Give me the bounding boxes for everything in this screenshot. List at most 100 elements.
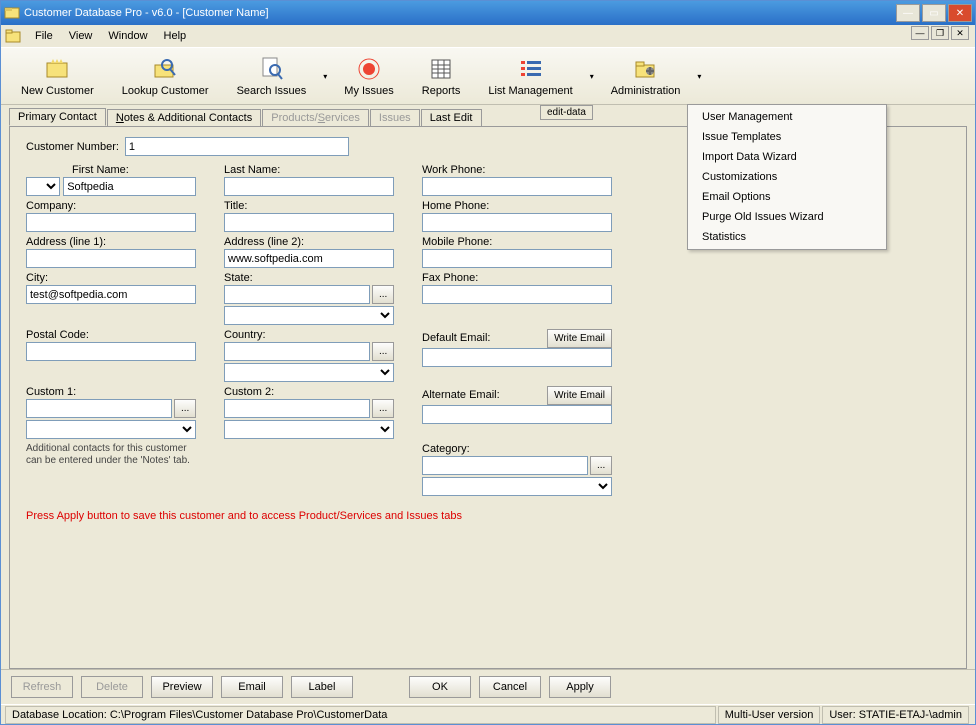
menu-statistics[interactable]: Statistics (688, 227, 886, 247)
minimize-button[interactable]: — (896, 4, 920, 22)
toolbar-lookup-customer[interactable]: Lookup Customer (108, 48, 223, 104)
work-phone-label: Work Phone: (422, 164, 612, 176)
customer-number-input[interactable] (125, 137, 349, 156)
menu-file[interactable]: File (27, 28, 61, 44)
menu-purge-old-issues[interactable]: Purge Old Issues Wizard (688, 207, 886, 227)
first-name-label: First Name: (26, 164, 196, 176)
city-input[interactable] (26, 285, 196, 304)
status-user: User: STATIE-ETAJ-\admin (822, 706, 969, 724)
tab-primary-contact[interactable]: Primary Contact (9, 108, 106, 126)
country-input[interactable] (224, 342, 370, 361)
toolbar-administration[interactable]: Administration (597, 48, 695, 104)
menu-issue-templates[interactable]: Issue Templates (688, 127, 886, 147)
cancel-button[interactable]: Cancel (479, 676, 541, 698)
country-select[interactable] (224, 363, 394, 382)
default-email-input[interactable] (422, 348, 612, 367)
custom1-input[interactable] (26, 399, 172, 418)
postal-code-label: Postal Code: (26, 329, 196, 341)
administration-dropdown[interactable]: ▾ (694, 48, 704, 104)
postal-code-input[interactable] (26, 342, 196, 361)
toolbar-search-issues[interactable]: Search Issues (223, 48, 321, 104)
custom2-lookup-button[interactable]: ... (372, 399, 394, 418)
company-input[interactable] (26, 213, 196, 232)
toolbar-new-customer[interactable]: New Customer (7, 48, 108, 104)
custom2-select[interactable] (224, 420, 394, 439)
custom2-input[interactable] (224, 399, 370, 418)
my-issues-icon (355, 55, 383, 83)
country-label: Country: (224, 329, 394, 341)
toolbar: New Customer Lookup Customer Search Issu… (1, 47, 975, 105)
last-name-input[interactable] (224, 177, 394, 196)
menu-window[interactable]: Window (100, 28, 155, 44)
tab-products-services: Products/Services (262, 109, 369, 126)
menu-customizations[interactable]: Customizations (688, 167, 886, 187)
tab-notes[interactable]: Notes & Additional Contacts (107, 109, 261, 126)
tab-last-edit[interactable]: Last Edit (421, 109, 482, 126)
apply-warning: Press Apply button to save this customer… (26, 510, 950, 522)
address1-input[interactable] (26, 249, 196, 268)
toolbar-reports[interactable]: Reports (408, 48, 475, 104)
menu-user-management[interactable]: User Management (688, 107, 886, 127)
category-input[interactable] (422, 456, 588, 475)
category-lookup-button[interactable]: ... (590, 456, 612, 475)
menu-email-options[interactable]: Email Options (688, 187, 886, 207)
statusbar: Database Location: C:\Program Files\Cust… (1, 704, 975, 724)
mdi-close-button[interactable]: ✕ (951, 26, 969, 40)
fax-phone-input[interactable] (422, 285, 612, 304)
first-name-input[interactable] (63, 177, 196, 196)
custom2-label: Custom 2: (224, 386, 394, 398)
custom1-lookup-button[interactable]: ... (174, 399, 196, 418)
button-bar: Refresh Delete Preview Email Label OK Ca… (1, 669, 975, 704)
lookup-icon (151, 55, 179, 83)
titlebar: Customer Database Pro - v6.0 - [Customer… (1, 1, 975, 25)
salutation-select[interactable] (26, 177, 60, 196)
home-phone-input[interactable] (422, 213, 612, 232)
list-management-dropdown[interactable]: ▾ (587, 48, 597, 104)
address2-input[interactable] (224, 249, 394, 268)
title-label: Title: (224, 200, 394, 212)
close-button[interactable]: ✕ (948, 4, 972, 22)
ok-button[interactable]: OK (409, 676, 471, 698)
edit-data-tag: edit-data (540, 105, 593, 120)
mobile-phone-input[interactable] (422, 249, 612, 268)
state-select[interactable] (224, 306, 394, 325)
mdi-restore-button[interactable]: ❐ (931, 26, 949, 40)
preview-button[interactable]: Preview (151, 676, 213, 698)
tab-issues: Issues (370, 109, 420, 126)
fax-phone-label: Fax Phone: (422, 272, 612, 284)
category-select[interactable] (422, 477, 612, 496)
country-lookup-button[interactable]: ... (372, 342, 394, 361)
menu-help[interactable]: Help (156, 28, 195, 44)
administration-icon (632, 55, 660, 83)
city-label: City: (26, 272, 196, 284)
folder-icon (5, 29, 21, 43)
address2-label: Address (line 2): (224, 236, 394, 248)
new-customer-icon (43, 55, 71, 83)
write-default-email-button[interactable]: Write Email (547, 329, 612, 348)
menu-import-data-wizard[interactable]: Import Data Wizard (688, 147, 886, 167)
toolbar-list-management[interactable]: List Management (474, 48, 586, 104)
search-issues-dropdown[interactable]: ▾ (320, 48, 330, 104)
write-alternate-email-button[interactable]: Write Email (547, 386, 612, 405)
custom1-select[interactable] (26, 420, 196, 439)
label-button[interactable]: Label (291, 676, 353, 698)
mdi-minimize-button[interactable]: — (911, 26, 929, 40)
state-lookup-button[interactable]: ... (372, 285, 394, 304)
state-input[interactable] (224, 285, 370, 304)
search-issues-icon (257, 55, 285, 83)
custom1-label: Custom 1: (26, 386, 196, 398)
email-button[interactable]: Email (221, 676, 283, 698)
alternate-email-input[interactable] (422, 405, 612, 424)
additional-contacts-note: Additional contacts for this customer ca… (26, 443, 196, 496)
menu-view[interactable]: View (61, 28, 101, 44)
title-input[interactable] (224, 213, 394, 232)
apply-button[interactable]: Apply (549, 676, 611, 698)
refresh-button: Refresh (11, 676, 73, 698)
category-label: Category: (422, 443, 612, 455)
reports-icon (427, 55, 455, 83)
maximize-button[interactable]: ▭ (922, 4, 946, 22)
mobile-phone-label: Mobile Phone: (422, 236, 612, 248)
work-phone-input[interactable] (422, 177, 612, 196)
toolbar-my-issues[interactable]: My Issues (330, 48, 408, 104)
default-email-label: Default Email: (422, 332, 545, 344)
